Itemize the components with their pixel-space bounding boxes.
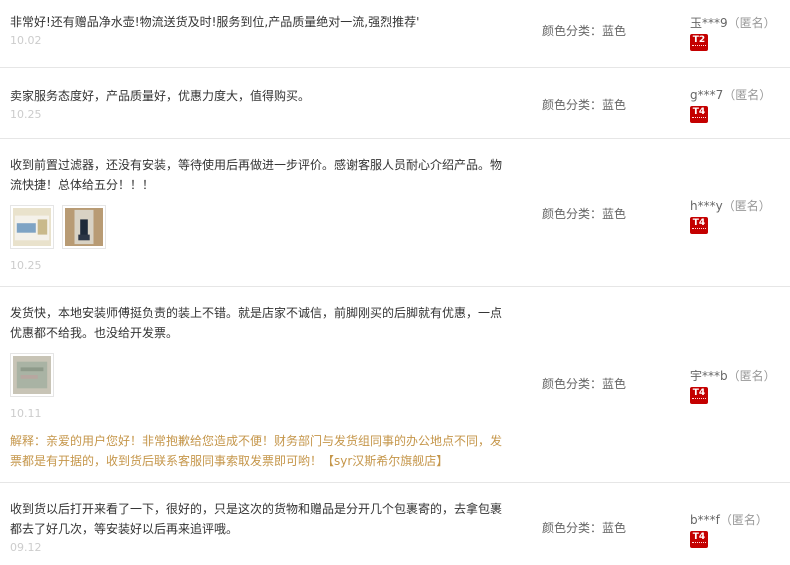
review-list: 非常好!还有赠品净水壶!物流送货及时!服务到位,产品质量绝对一流,强烈推荐' 1… [0, 0, 790, 565]
reviewer-nick: h***y [690, 199, 723, 213]
anonymous-tag: （匿名） [722, 199, 771, 213]
review-photos [10, 353, 510, 397]
seller-reply: 解释：亲爱的用户您好！非常抱歉给您造成不便！财务部门与发货组同事的办公地点不同，… [10, 434, 503, 468]
reviewer-nick: g***7 [690, 88, 724, 102]
review-date: 10.02 [10, 34, 42, 47]
reviewer-nick: b***f [690, 513, 720, 527]
review-date: 10.25 [10, 259, 42, 272]
review-photos [10, 205, 510, 249]
review-date: 10.25 [10, 108, 42, 121]
level-text: T4 [692, 388, 706, 398]
review-text: 非常好!还有赠品净水壶!物流送货及时!服务到位,产品质量绝对一流,强烈推荐' [10, 15, 420, 29]
anonymous-tag: （匿名） [727, 369, 776, 383]
reviewer-name: h***y（匿名） [690, 197, 771, 214]
review-content: 非常好!还有赠品净水壶!物流送货及时!服务到位,产品质量绝对一流,强烈推荐' 1… [10, 12, 510, 48]
anonymous-tag: （匿名） [723, 88, 772, 102]
review-row: 收到货以后打开来看了一下，很好的，只是这次的货物和赠品是分开几个包裹寄的，去拿包… [0, 483, 790, 565]
reviewer-name: g***7（匿名） [690, 86, 771, 103]
review-photo-thumbnail[interactable] [10, 205, 54, 249]
reviewer-info: g***7（匿名） T4 [690, 86, 771, 123]
reviewer-name: 玉***9（匿名） [690, 14, 776, 31]
review-row: 发货快，本地安装师傅挺负责的装上不错。就是店家不诚信，前脚刚买的后脚就有优惠，一… [0, 287, 790, 483]
review-photo-thumbnail[interactable] [62, 205, 106, 249]
level-text: T4 [692, 107, 706, 117]
reviewer-info: 玉***9（匿名） T2 [690, 14, 776, 51]
sku-info: 颜色分类：蓝色 [542, 207, 627, 221]
level-text: T2 [692, 35, 706, 45]
review-text: 收到货以后打开来看了一下，很好的，只是这次的货物和赠品是分开几个包裹寄的，去拿包… [10, 502, 503, 536]
sku-info: 颜色分类：蓝色 [542, 521, 627, 535]
review-content: 卖家服务态度好，产品质量好，优惠力度大，值得购买。 10.25 [10, 86, 510, 122]
review-row: 卖家服务态度好，产品质量好，优惠力度大，值得购买。 10.25 颜色分类：蓝色 … [0, 68, 790, 139]
review-date: 09.12 [10, 541, 42, 554]
level-text: T4 [692, 218, 706, 228]
user-level-badge-icon: T2 [690, 34, 708, 51]
sku-info: 颜色分类：蓝色 [542, 24, 627, 38]
invoice-photo-icon [13, 356, 51, 394]
review-row: 收到前置过滤器，还没有安装，等待使用后再做进一步评价。感谢客服人员耐心介绍产品。… [0, 139, 790, 287]
reviewer-name: b***f（匿名） [690, 511, 768, 528]
review-row: 非常好!还有赠品净水壶!物流送货及时!服务到位,产品质量绝对一流,强烈推荐' 1… [0, 0, 790, 68]
review-text: 卖家服务态度好，产品质量好，优惠力度大，值得购买。 [10, 89, 311, 103]
reviewer-nick: 宇***b [690, 369, 728, 383]
user-level-badge-icon: T4 [690, 217, 708, 234]
review-date: 10.11 [10, 407, 42, 420]
filter-device-photo-icon [65, 208, 103, 246]
anonymous-tag: （匿名） [719, 513, 768, 527]
sku-info: 颜色分类：蓝色 [542, 377, 627, 391]
review-photo-thumbnail[interactable] [10, 353, 54, 397]
review-text: 发货快，本地安装师傅挺负责的装上不错。就是店家不诚信，前脚刚买的后脚就有优惠，一… [10, 306, 503, 340]
review-text: 收到前置过滤器，还没有安装，等待使用后再做进一步评价。感谢客服人员耐心介绍产品。… [10, 158, 503, 192]
review-content: 收到前置过滤器，还没有安装，等待使用后再做进一步评价。感谢客服人员耐心介绍产品。… [10, 155, 510, 273]
anonymous-tag: （匿名） [727, 16, 776, 30]
filter-box-photo-icon [13, 208, 51, 246]
reviewer-info: b***f（匿名） T4 [690, 511, 768, 548]
review-content: 收到货以后打开来看了一下，很好的，只是这次的货物和赠品是分开几个包裹寄的，去拿包… [10, 499, 510, 555]
user-level-badge-icon: T4 [690, 387, 708, 404]
review-content: 发货快，本地安装师傅挺负责的装上不错。就是店家不诚信，前脚刚买的后脚就有优惠，一… [10, 303, 510, 471]
reviewer-info: 宇***b（匿名） T4 [690, 367, 776, 404]
user-level-badge-icon: T4 [690, 531, 708, 548]
level-text: T4 [692, 532, 706, 542]
reviewer-name: 宇***b（匿名） [690, 367, 776, 384]
sku-info: 颜色分类：蓝色 [542, 98, 627, 112]
user-level-badge-icon: T4 [690, 106, 708, 123]
reviewer-nick: 玉***9 [690, 16, 728, 30]
reviewer-info: h***y（匿名） T4 [690, 197, 771, 234]
